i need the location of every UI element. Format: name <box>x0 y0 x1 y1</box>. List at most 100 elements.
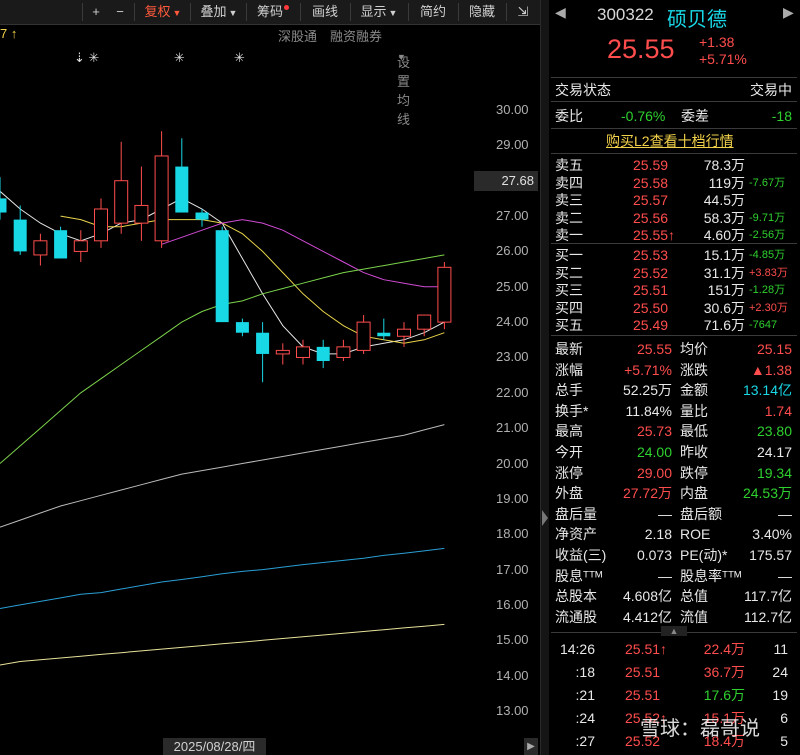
level-volume: 119万 <box>708 174 745 191</box>
stat-label: 净资产 <box>555 526 597 543</box>
stat-label: 涨停 <box>555 464 583 481</box>
candle-body <box>215 230 229 323</box>
candle-body <box>235 322 249 333</box>
stat-label: 金额 <box>680 382 708 399</box>
stat-value: 2.18 <box>644 526 672 543</box>
stat-value: 25.15 <box>756 341 792 357</box>
candle <box>54 226 68 259</box>
tick-row: :21 25.51 17.6万 19 <box>549 685 800 705</box>
candle-body <box>256 332 270 354</box>
level-price: 25.58 <box>633 174 669 191</box>
level-volume: 31.1万 <box>703 264 745 281</box>
collapse-ticks-icon[interactable]: ▲ <box>661 626 687 636</box>
weibi-label: 委比 <box>555 108 583 124</box>
candle-body <box>336 346 351 358</box>
candle-body <box>397 328 411 337</box>
level-volume: 4.60万 <box>703 227 745 244</box>
stat-value: 25.55 <box>636 341 672 357</box>
stock-name: 硕贝德 <box>667 9 727 31</box>
candlestick-chart <box>0 131 452 666</box>
level-change: -9.71万 <box>749 211 786 224</box>
y-tick-label: 16.00 <box>496 596 529 612</box>
stat-label: PE(动)* <box>680 547 728 563</box>
level-label: 买五 <box>555 317 583 334</box>
bid-level-row[interactable]: 买三 25.51 151万 -1.28万 <box>549 281 800 299</box>
ma20-line <box>161 219 445 288</box>
level-label: 卖一 <box>555 227 583 244</box>
candle-body <box>114 180 129 224</box>
candle-body <box>437 266 452 323</box>
stats-row: 总手 52.25万 金额 13.14亿 <box>549 380 800 400</box>
level-price: 25.56 <box>633 209 669 226</box>
candle <box>296 339 310 365</box>
ask-level-row[interactable]: 卖五 25.59 78.3万 <box>549 156 800 174</box>
candle-body <box>275 349 290 355</box>
stat-value: 24.53万 <box>742 485 792 502</box>
y-tick-label: 23.00 <box>496 349 529 365</box>
stat-label: 涨跌 <box>680 361 708 378</box>
ask-level-row[interactable]: 卖二 25.56 58.3万 -9.71万 <box>549 209 800 227</box>
stat-label: 总值 <box>680 588 708 605</box>
level-label: 卖二 <box>555 209 583 226</box>
stat-label: 跌停 <box>680 464 708 481</box>
stats-row: 总股本 4.608亿 总值 117.7亿 <box>549 586 800 606</box>
divider <box>551 153 797 154</box>
weicha-label: 委差 <box>681 108 709 124</box>
bid-level-row[interactable]: 买四 25.50 30.6万 +2.30万 <box>549 299 800 317</box>
scroll-right-icon[interactable]: ▶ <box>524 738 538 755</box>
candle <box>73 230 88 263</box>
candle-body <box>195 212 209 220</box>
order-ratio-row: 委比 -0.76% 委差 -18 <box>549 106 800 126</box>
level-volume: 30.6万 <box>703 299 745 316</box>
stat-value: — <box>778 505 792 522</box>
candle-body <box>377 332 391 337</box>
ask-level-row[interactable]: 卖一 25.55↑ 4.60万 -2.56万 <box>549 226 800 244</box>
stats-row: 流通股 4.412亿 流值 112.7亿 <box>549 607 800 627</box>
tick-volume: 22.4万 <box>703 641 745 657</box>
candle <box>154 131 169 248</box>
stat-value: 3.40% <box>752 526 792 543</box>
stat-value: 112.7亿 <box>744 608 792 625</box>
level-change: -2.56万 <box>749 229 786 242</box>
level-volume: 15.1万 <box>703 247 745 263</box>
stat-label: 股息率ᵀᵀᴹ <box>680 567 742 584</box>
level-change: -1.28万 <box>749 284 786 297</box>
prev-stock-icon[interactable]: ◀ <box>555 4 566 21</box>
ask-level-row[interactable]: 卖三 25.57 44.5万 <box>549 191 800 209</box>
stat-value: 52.25万 <box>622 382 672 399</box>
ask-level-row[interactable]: 卖四 25.58 119万 -7.67万 <box>549 174 800 192</box>
stats-row: 涨停 29.00 跌停 19.34 <box>549 463 800 483</box>
candle-body <box>296 346 310 358</box>
bid-level-row[interactable]: 买一 25.53 15.1万 -4.85万 <box>549 246 800 264</box>
stat-value: 0.073 <box>636 547 672 563</box>
candle <box>175 138 189 213</box>
y-tick-label: 25.00 <box>496 278 529 294</box>
level-change: -7647 <box>749 319 778 332</box>
tick-volume: 17.6万 <box>703 687 745 703</box>
level-change: -4.85万 <box>749 249 786 261</box>
candle <box>336 339 351 362</box>
level-volume: 58.3万 <box>703 209 745 226</box>
l2-upgrade-link[interactable]: 购买L2查看十档行情 <box>606 131 734 151</box>
expand-arrow-icon[interactable] <box>542 510 548 526</box>
tick-count: 6 <box>780 710 788 726</box>
tick-count: 5 <box>780 733 788 749</box>
next-stock-icon[interactable]: ▶ <box>783 4 794 21</box>
kline-chart-area[interactable]: + − 复权 ▼ 叠加 ▼ 筹码 画线 显示 ▼ 简约 隐藏 ⇲ 7 ↑ 深股通 融资… <box>0 0 540 755</box>
ma60-line <box>0 424 445 528</box>
tick-count: 19 <box>772 687 788 703</box>
bid-level-row[interactable]: 买二 25.52 31.1万 +3.83万 <box>549 264 800 282</box>
level-price: 25.59 <box>633 157 669 173</box>
level-price: 25.53 <box>633 247 669 263</box>
tick-price: 25.51↑ <box>625 641 668 657</box>
tick-time: :18 <box>575 664 595 680</box>
y-tick-label: 13.00 <box>496 703 529 718</box>
tick-price: 25.51 <box>625 687 661 703</box>
candle-body <box>154 155 169 242</box>
candle <box>397 322 411 347</box>
bid-level-row[interactable]: 买五 25.49 71.6万 -7647 <box>549 316 800 334</box>
candle <box>437 262 452 330</box>
stat-label: 昨收 <box>680 444 708 460</box>
stat-label: 均价 <box>680 341 708 357</box>
candle <box>417 314 432 337</box>
